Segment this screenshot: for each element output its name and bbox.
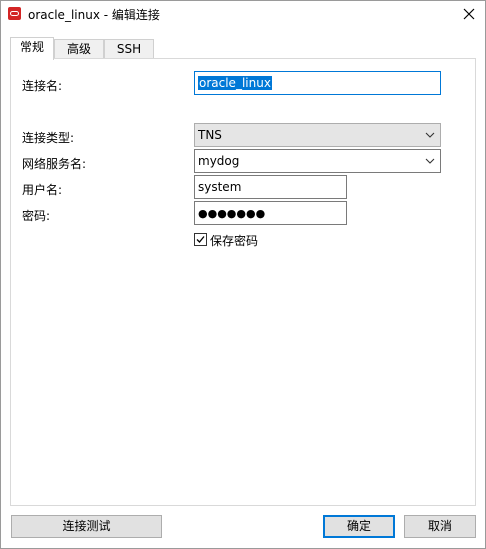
close-icon [463,8,475,20]
tab-general[interactable]: 常规 [10,37,54,60]
password-input[interactable]: ●●●●●●● [194,201,347,225]
password-value: ●●●●●●● [198,207,266,220]
title-bar: oracle_linux - 编辑连接 [1,1,485,27]
tab-advanced[interactable]: 高级 [54,39,104,59]
connection-type-value: TNS [198,128,222,142]
chevron-down-icon [425,158,435,164]
oracle-app-icon [8,7,21,20]
save-password-checkbox[interactable] [194,233,207,246]
connection-type-label: 连接类型: [22,131,75,145]
connection-type-select[interactable]: TNS [194,123,441,147]
chevron-down-icon [425,132,435,138]
net-service-name-value: mydog [198,154,240,168]
connection-name-value: oracle_linux [198,76,272,90]
edit-connection-dialog: oracle_linux - 编辑连接 常规 高级 SSH 连接名: oracl… [0,0,486,549]
ok-button[interactable]: 确定 [323,515,395,538]
username-value: system [198,180,242,194]
close-button[interactable] [453,1,485,27]
net-service-name-combo[interactable]: mydog [194,149,441,173]
checkmark-icon [196,236,205,243]
username-input[interactable]: system [194,175,347,199]
test-connection-button[interactable]: 连接测试 [11,515,162,538]
window-title: oracle_linux - 编辑连接 [28,8,160,22]
cancel-button[interactable]: 取消 [404,515,476,538]
tab-ssh[interactable]: SSH [104,39,154,59]
connection-name-input[interactable]: oracle_linux [194,71,441,95]
username-label: 用户名: [22,183,63,197]
net-service-name-label: 网络服务名: [22,157,87,171]
save-password-label: 保存密码 [210,234,259,248]
connection-name-label: 连接名: [22,79,63,93]
password-label: 密码: [22,209,51,223]
